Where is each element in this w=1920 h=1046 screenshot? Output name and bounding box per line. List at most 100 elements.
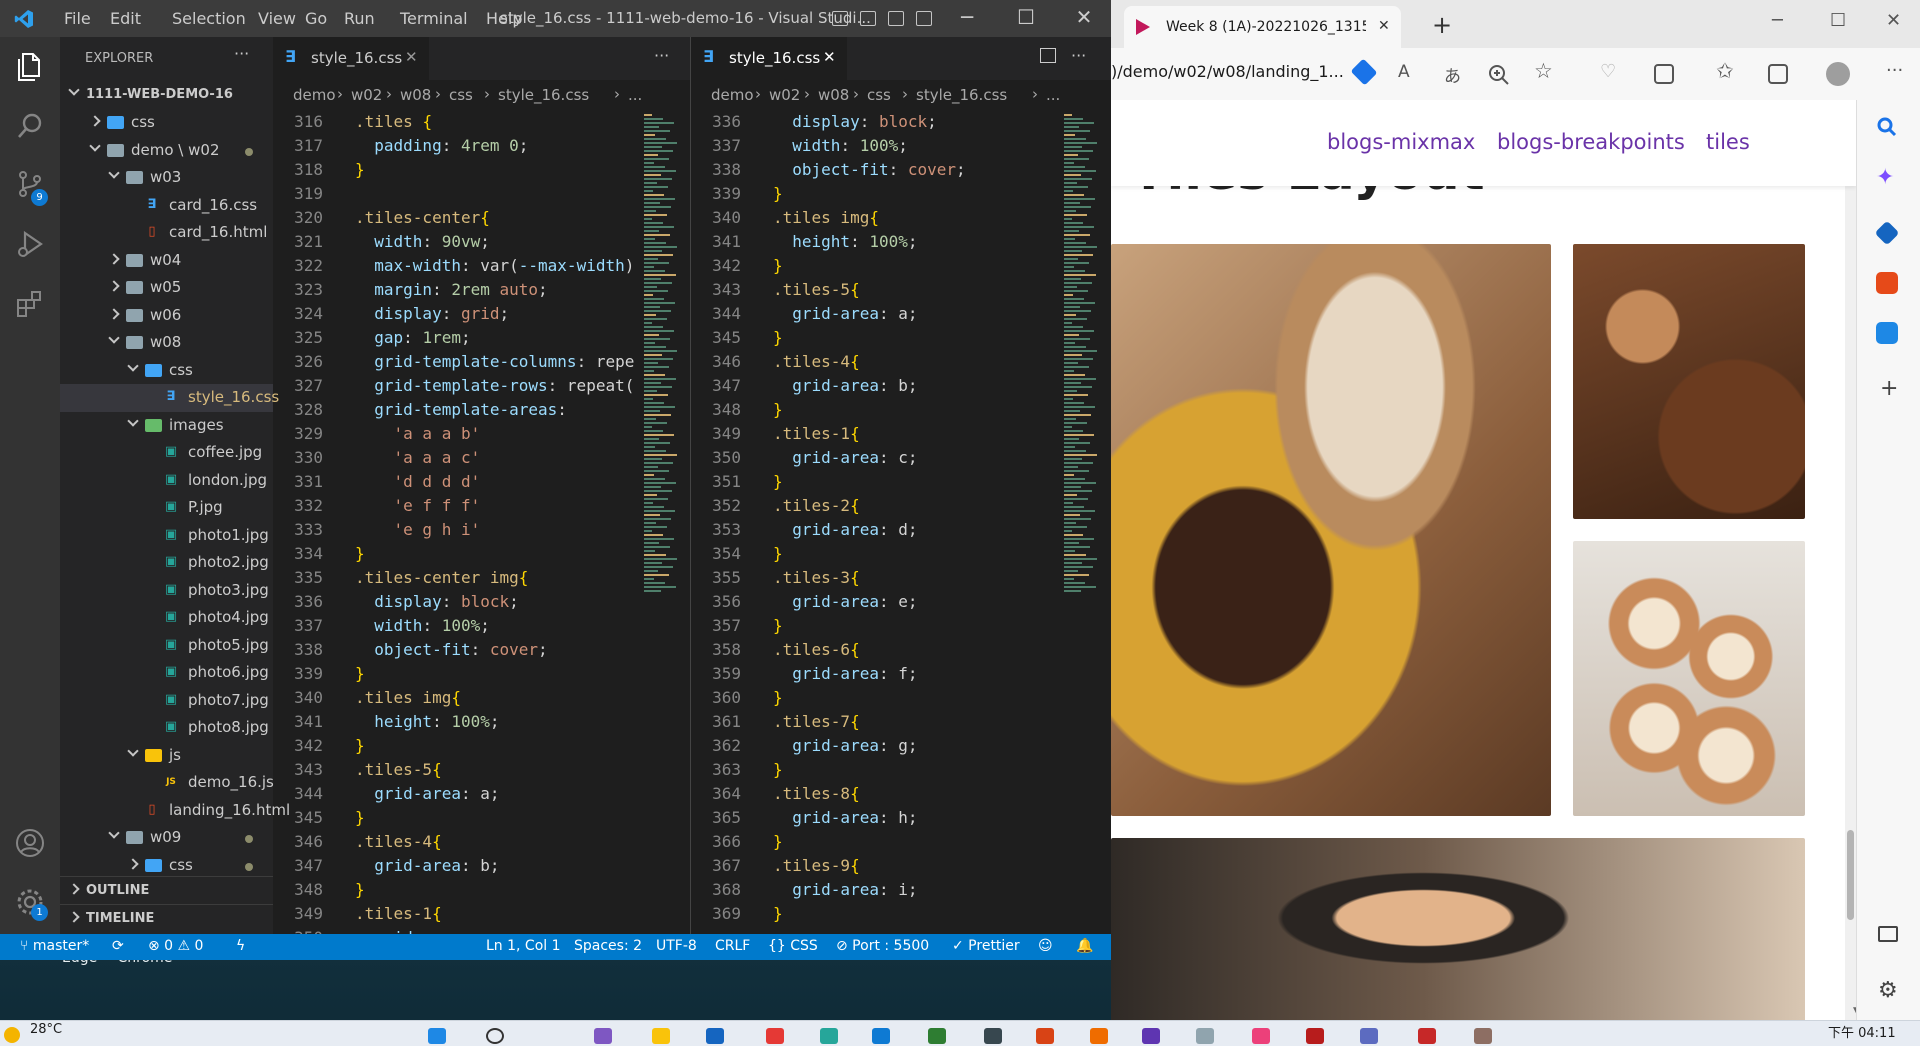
- code-line[interactable]: }: [773, 398, 1053, 422]
- edge-close-button[interactable]: ✕: [1886, 10, 1901, 31]
- problems-status[interactable]: ⊗ 0 ⚠ 0: [148, 938, 203, 954]
- collections-icon[interactable]: [1768, 64, 1788, 84]
- accounts-icon[interactable]: [14, 827, 46, 859]
- code-line[interactable]: .tiles-4{: [355, 830, 635, 854]
- code-line[interactable]: .tiles-2{: [773, 494, 1053, 518]
- code-line[interactable]: 'a a a c': [355, 446, 635, 470]
- copilot-sparkle-icon[interactable]: ✦: [1876, 165, 1894, 190]
- tree-item-landing-16-html[interactable]: ▯ landing_16.html: [60, 797, 290, 825]
- menu-run[interactable]: Run: [344, 9, 375, 28]
- code-line[interactable]: .tiles-5{: [355, 758, 635, 782]
- tree-item-photo5-jpg[interactable]: ▣ photo5.jpg: [60, 632, 273, 660]
- left-minimap[interactable]: [640, 110, 686, 930]
- new-tab-button[interactable]: +: [1432, 11, 1452, 39]
- teams-taskbar-icon[interactable]: [1360, 1028, 1378, 1044]
- settings-more-button[interactable]: ···: [1886, 60, 1903, 81]
- edge-tab-close-icon[interactable]: ✕: [1378, 18, 1390, 34]
- search-icon[interactable]: [14, 110, 46, 142]
- powerpoint-taskbar-icon[interactable]: [1036, 1028, 1054, 1044]
- code-line[interactable]: .tiles img{: [773, 206, 1053, 230]
- chevron-down-icon[interactable]: [108, 167, 120, 179]
- tree-item-js[interactable]: js: [60, 742, 273, 770]
- code-line[interactable]: .tiles-7{: [773, 710, 1053, 734]
- code-line[interactable]: }: [355, 878, 635, 902]
- code-line[interactable]: display: block;: [355, 590, 635, 614]
- office-icon[interactable]: [1876, 272, 1898, 294]
- branch-status[interactable]: ⑂ master*: [20, 938, 89, 954]
- code-line[interactable]: 'e g h i': [355, 518, 635, 542]
- url-field[interactable]: )/demo/w02/w08/landing_1...: [1111, 62, 1344, 81]
- tree-item-w05[interactable]: w05: [60, 274, 273, 302]
- tree-item-photo7-jpg[interactable]: ▣ photo7.jpg: [60, 687, 273, 715]
- tree-item-photo4-jpg[interactable]: ▣ photo4.jpg: [60, 604, 273, 632]
- tree-item-london-jpg[interactable]: ▣ london.jpg: [60, 467, 273, 495]
- taskbar-app-icon[interactable]: [1474, 1028, 1492, 1044]
- code-line[interactable]: width: 100%;: [773, 134, 1053, 158]
- code-line[interactable]: .tiles {: [355, 110, 635, 134]
- code-line[interactable]: .tiles-1{: [773, 422, 1053, 446]
- translate-icon[interactable]: あ: [1444, 62, 1461, 87]
- taskbar-app-icon[interactable]: [984, 1028, 1002, 1044]
- breadcrumb-item[interactable]: css: [449, 86, 473, 104]
- zoom-icon[interactable]: [1488, 64, 1510, 86]
- breadcrumb-item[interactable]: w02: [351, 86, 382, 104]
- run-debug-icon[interactable]: [14, 228, 46, 260]
- taskbar-app-icon[interactable]: [1306, 1028, 1324, 1044]
- code-line[interactable]: height: 100%;: [355, 710, 635, 734]
- feedback-icon[interactable]: ☺: [1038, 938, 1053, 954]
- breadcrumb-item[interactable]: demo: [293, 86, 336, 104]
- code-line[interactable]: grid-area: a;: [773, 302, 1053, 326]
- code-line[interactable]: grid-template-rows: repeat(: [355, 374, 635, 398]
- tree-item-photo1-jpg[interactable]: ▣ photo1.jpg: [60, 522, 273, 550]
- edge-active-tab[interactable]: Week 8 (1A)-20221026_131541- ✕: [1124, 6, 1401, 48]
- nav-link-tiles[interactable]: tiles: [1706, 130, 1750, 154]
- code-line[interactable]: .tiles-8{: [773, 782, 1053, 806]
- code-line[interactable]: }: [773, 182, 1053, 206]
- code-line[interactable]: grid-area: h;: [773, 806, 1053, 830]
- add-sidebar-app-icon[interactable]: +: [1880, 376, 1898, 401]
- sidebar-search-icon[interactable]: [1876, 116, 1898, 138]
- chevron-down-icon[interactable]: [89, 139, 101, 152]
- split-editor-icon[interactable]: [1040, 48, 1056, 63]
- code-line[interactable]: grid-area: c;: [773, 446, 1053, 470]
- chevron-down-icon[interactable]: [127, 414, 139, 427]
- taskbar-app-icon[interactable]: [1252, 1028, 1270, 1044]
- left-editor-more-button[interactable]: ···: [654, 46, 669, 65]
- tree-item-style-16-css[interactable]: ∃ style_16.css: [60, 384, 279, 412]
- code-line[interactable]: width: 100%;: [355, 614, 635, 638]
- tree-item-images[interactable]: images: [60, 412, 273, 440]
- breadcrumb-item[interactable]: w08: [400, 86, 431, 104]
- breadcrumb-item[interactable]: w08: [818, 86, 849, 104]
- toggle-secondary-sidebar-icon[interactable]: [888, 11, 904, 26]
- minimize-button[interactable]: ─: [947, 5, 987, 29]
- encoding-status[interactable]: UTF-8: [656, 938, 697, 954]
- taskbar-mail-icon[interactable]: [706, 1028, 724, 1044]
- code-line[interactable]: .tiles-1{: [355, 902, 635, 926]
- chevron-right-icon[interactable]: [108, 307, 120, 320]
- code-line[interactable]: grid-area: a;: [355, 782, 635, 806]
- outline-section[interactable]: OUTLINE: [60, 876, 273, 904]
- code-line[interactable]: }: [773, 326, 1053, 350]
- chevron-right-icon[interactable]: [108, 252, 120, 265]
- code-line[interactable]: }: [355, 542, 635, 566]
- menu-go[interactable]: Go: [305, 9, 327, 28]
- code-line[interactable]: [355, 182, 635, 206]
- cursor-position[interactable]: Ln 1, Col 1: [486, 938, 561, 954]
- taskbar-search-icon[interactable]: [486, 1028, 504, 1044]
- tree-item-w03[interactable]: w03: [60, 164, 273, 192]
- toggle-panel-icon[interactable]: [860, 11, 876, 26]
- code-line[interactable]: }: [773, 686, 1053, 710]
- extensions-icon[interactable]: [14, 288, 46, 320]
- left-editor-tab[interactable]: ∃ style_16.css ✕: [273, 37, 429, 80]
- code-line[interactable]: grid-area: b;: [773, 374, 1053, 398]
- code-line[interactable]: grid-area: i;: [773, 878, 1053, 902]
- code-line[interactable]: grid-area: f;: [773, 662, 1053, 686]
- file-explorer-icon[interactable]: [652, 1028, 670, 1044]
- tree-item-css[interactable]: css: [60, 109, 273, 137]
- tree-item-card-16-css[interactable]: ∃ card_16.css: [60, 192, 273, 220]
- chevron-down-icon[interactable]: [127, 744, 139, 757]
- right-tab-close-icon[interactable]: ✕: [823, 48, 836, 66]
- tree-item-w06[interactable]: w06: [60, 302, 273, 330]
- browser-essentials-icon[interactable]: ♡: [1600, 61, 1616, 82]
- breadcrumb-item[interactable]: w02: [769, 86, 800, 104]
